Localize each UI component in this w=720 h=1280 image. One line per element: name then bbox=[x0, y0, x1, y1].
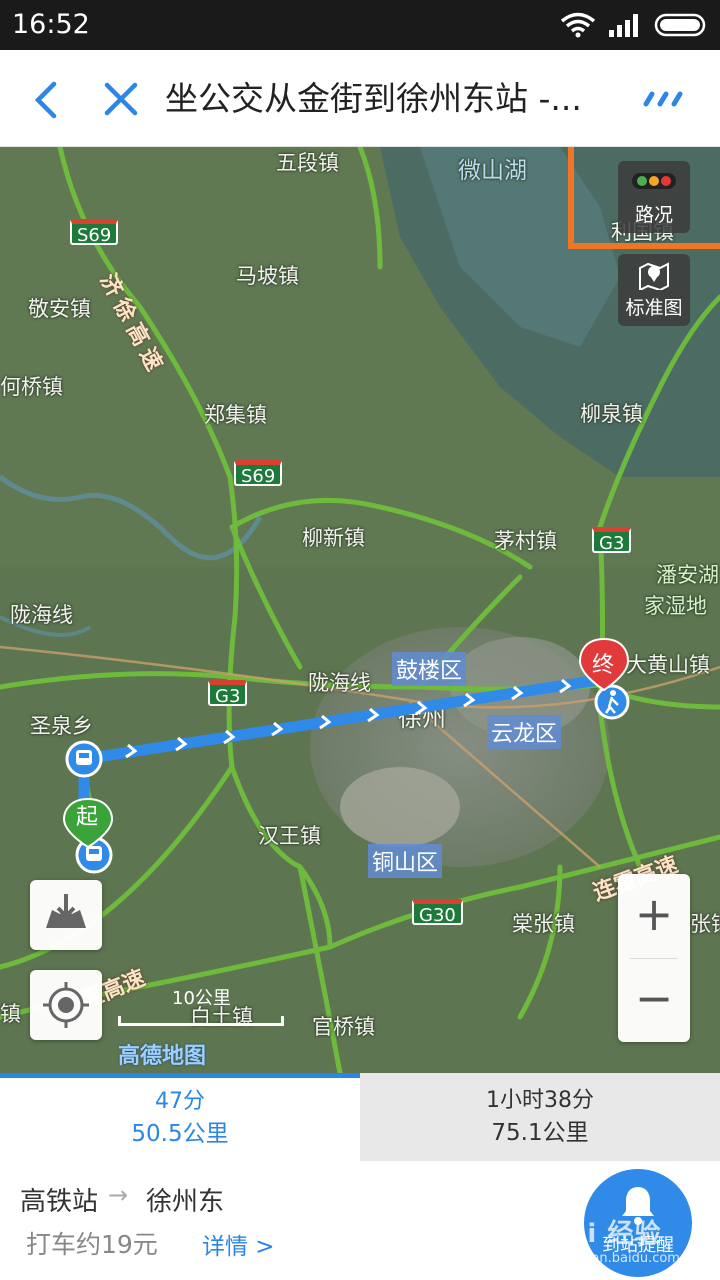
brand-logo: 高德地图 bbox=[118, 1044, 207, 1069]
route-time: 47分 bbox=[155, 1089, 205, 1114]
locate-button[interactable] bbox=[30, 970, 102, 1040]
status-bar: 16:52 bbox=[0, 0, 720, 50]
traffic-button[interactable]: 路况 bbox=[618, 161, 690, 233]
end-marker-label: 终 bbox=[592, 653, 615, 678]
route-line bbox=[78, 672, 618, 861]
bus-stop-icon bbox=[65, 740, 103, 778]
offline-map-button[interactable] bbox=[30, 880, 102, 950]
route-overlay bbox=[62, 637, 630, 874]
download-map-icon bbox=[46, 894, 86, 928]
route-info-panel: 高铁站 → 徐州东 打车约19元 详情 > 到站提醒 Bai 经验 jingya… bbox=[0, 1161, 720, 1280]
title-bar: 坐公交从金街到徐州东站 -... bbox=[0, 50, 720, 147]
route-arrow-icon: → bbox=[108, 1181, 129, 1209]
zoom-out-button[interactable]: − bbox=[618, 958, 690, 1042]
standard-map-label: 标准图 bbox=[625, 297, 683, 319]
watermark: Bai 经验 bbox=[548, 1219, 662, 1249]
route-tab-1[interactable]: 47分 50.5公里 bbox=[0, 1073, 360, 1161]
zoom-controls: + − bbox=[618, 874, 690, 1042]
scale-text: 10公里 bbox=[172, 988, 231, 1009]
route-from: 高铁站 bbox=[20, 1187, 99, 1217]
watermark-url: jingyan.baidu.com bbox=[560, 1251, 680, 1266]
zoom-in-button[interactable]: + bbox=[618, 874, 690, 958]
scale-line bbox=[118, 1016, 284, 1026]
start-marker-label: 起 bbox=[76, 805, 99, 830]
back-button[interactable] bbox=[24, 74, 68, 124]
taxi-fare: 打车约19元 bbox=[26, 1230, 158, 1259]
more-icon bbox=[643, 91, 683, 107]
page-title: 坐公交从金街到徐州东站 -... bbox=[165, 79, 582, 118]
chevron-left-icon bbox=[34, 81, 57, 119]
close-button[interactable] bbox=[98, 74, 144, 124]
battery-icon bbox=[654, 13, 706, 37]
locate-icon bbox=[43, 982, 89, 1028]
walk-end-icon bbox=[594, 684, 630, 720]
signal-icon bbox=[609, 14, 638, 37]
traffic-button-label: 路况 bbox=[634, 204, 673, 226]
standard-map-button[interactable]: 标准图 bbox=[618, 254, 690, 326]
map-view[interactable]: 五段镇 微山湖 马坡镇 敬安镇 何桥镇 郑集镇 柳新镇 茅村镇 柳泉镇 利国镇 … bbox=[0, 147, 720, 1073]
status-icons bbox=[560, 10, 710, 40]
route-distance: 75.1公里 bbox=[491, 1120, 589, 1146]
detail-link[interactable]: 详情 > bbox=[202, 1227, 275, 1261]
route-tabs: 47分 50.5公里 1小时38分 75.1公里 bbox=[0, 1073, 720, 1161]
map-pin-icon bbox=[639, 262, 669, 290]
route-time: 1小时38分 bbox=[486, 1088, 594, 1113]
route-to: 徐州东 bbox=[146, 1187, 225, 1217]
status-time: 16:52 bbox=[12, 9, 90, 40]
route-distance: 50.5公里 bbox=[131, 1121, 229, 1147]
wifi-icon bbox=[560, 12, 596, 38]
traffic-light-icon bbox=[632, 173, 676, 189]
close-icon bbox=[104, 82, 138, 116]
route-tab-2[interactable]: 1小时38分 75.1公里 bbox=[360, 1073, 720, 1161]
more-button[interactable] bbox=[642, 88, 690, 112]
